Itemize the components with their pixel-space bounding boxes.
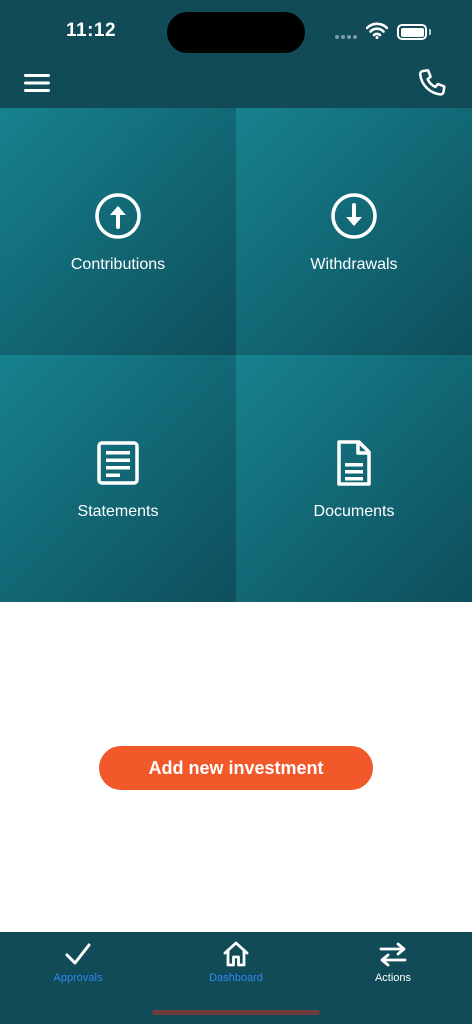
tile-label: Statements bbox=[77, 503, 159, 520]
tile-label: Withdrawals bbox=[310, 256, 398, 273]
phone-icon[interactable] bbox=[416, 66, 450, 100]
status-bar: 11:12 bbox=[0, 0, 472, 60]
tab-label: Actions bbox=[374, 972, 412, 984]
bottom-tab-bar: Approvals Dashboard Actions bbox=[0, 932, 472, 1024]
arrow-up-circle-icon bbox=[95, 193, 141, 239]
tile-withdrawals[interactable]: Withdrawals bbox=[236, 108, 472, 355]
home-indicator bbox=[152, 1010, 320, 1015]
tile-documents[interactable]: Documents bbox=[236, 355, 472, 602]
swap-arrows-icon bbox=[379, 942, 407, 967]
battery-tip bbox=[429, 29, 431, 35]
tab-dashboard[interactable]: Dashboard bbox=[176, 932, 296, 992]
battery-icon bbox=[397, 24, 427, 40]
add-new-investment-button[interactable]: Add new investment bbox=[99, 746, 373, 790]
wifi-icon bbox=[366, 22, 388, 39]
app-header bbox=[0, 60, 472, 108]
tile-label: Contributions bbox=[70, 256, 166, 273]
tile-statements[interactable]: Statements bbox=[0, 355, 236, 602]
dynamic-island bbox=[167, 12, 305, 53]
tab-approvals[interactable]: Approvals bbox=[18, 932, 138, 992]
cellular-signal-icon bbox=[335, 35, 357, 39]
arrow-down-circle-icon bbox=[331, 193, 377, 239]
check-icon bbox=[65, 943, 91, 965]
tile-contributions[interactable]: Contributions bbox=[0, 108, 236, 355]
tab-label: Approvals bbox=[53, 972, 103, 984]
tile-label: Documents bbox=[313, 503, 395, 520]
quick-actions-grid: Contributions Withdrawals Statements Doc… bbox=[0, 108, 472, 602]
home-icon bbox=[223, 941, 249, 967]
statement-icon bbox=[97, 441, 139, 485]
hamburger-menu-icon[interactable] bbox=[24, 70, 54, 96]
document-icon bbox=[337, 440, 371, 486]
tab-actions[interactable]: Actions bbox=[333, 932, 453, 992]
status-time: 11:12 bbox=[66, 20, 117, 41]
tab-label: Dashboard bbox=[209, 972, 263, 984]
